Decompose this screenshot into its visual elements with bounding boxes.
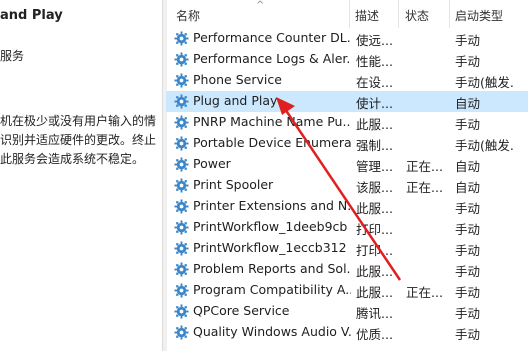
service-name: Performance Counter DL... <box>193 30 351 45</box>
service-row[interactable]: Performance Counter DL... 使远... 手动 <box>166 28 528 49</box>
service-name: QPCore Service <box>193 303 290 318</box>
selected-service-title: and Play <box>0 8 63 23</box>
sort-ascending-icon: ^ <box>256 0 265 11</box>
service-gear-icon <box>174 31 189 46</box>
service-row[interactable]: Plug and Play 使计... 自动 <box>166 91 528 112</box>
service-startup-type: 手动(触发... <box>455 138 515 153</box>
service-gear-icon <box>174 94 189 109</box>
service-name: Program Compatibility A... <box>193 282 351 297</box>
service-startup-type: 自动 <box>455 180 481 195</box>
service-gear-icon <box>174 136 189 151</box>
service-status: 正在... <box>406 159 443 174</box>
service-gear-icon <box>174 178 189 193</box>
service-startup-type: 手动 <box>455 201 481 216</box>
service-description: 腾讯... <box>356 306 393 321</box>
service-gear-icon <box>174 325 189 340</box>
service-description: 在设... <box>356 75 393 90</box>
service-name: Performance Logs & Aler... <box>193 51 351 66</box>
service-name: Printer Extensions and N... <box>193 198 351 213</box>
service-description: 使远... <box>356 33 393 48</box>
service-gear-icon <box>174 220 189 235</box>
column-header-status[interactable]: 状态 <box>405 7 429 24</box>
service-gear-icon <box>174 157 189 172</box>
service-row[interactable]: Quality Windows Audio V... 优质... 手动 <box>166 322 528 343</box>
service-startup-type: 手动 <box>455 54 481 69</box>
service-name: Phone Service <box>193 72 282 87</box>
service-description: 此服... <box>356 117 393 132</box>
service-startup-type: 手动 <box>455 285 481 300</box>
service-description: 使计... <box>356 96 393 111</box>
service-description: 打印... <box>356 243 393 258</box>
service-row[interactable]: Power 管理... 正在... 自动 <box>166 154 528 175</box>
service-name: Quality Windows Audio V... <box>193 324 351 339</box>
column-separator[interactable] <box>349 0 350 28</box>
service-row[interactable]: QPCore Service 腾讯... 手动 <box>166 301 528 322</box>
service-name: PNRP Machine Name Pu... <box>193 114 351 129</box>
service-description: 性能... <box>356 54 393 69</box>
service-row[interactable]: Phone Service 在设... 手动(触发... <box>166 70 528 91</box>
service-description: 优质... <box>356 327 393 342</box>
service-startup-type: 手动 <box>455 264 481 279</box>
service-startup-type: 自动 <box>455 159 481 174</box>
service-gear-icon <box>174 262 189 277</box>
service-description: 强制... <box>356 138 393 153</box>
service-row[interactable]: Print Spooler 该服... 正在... 自动 <box>166 175 528 196</box>
service-startup-type: 手动 <box>455 33 481 48</box>
service-status: 正在... <box>406 180 443 195</box>
service-startup-type: 手动(触发... <box>455 75 515 90</box>
service-description: 此服... <box>356 285 393 300</box>
service-row[interactable]: Program Compatibility A... 此服... 正在... 手动 <box>166 280 528 301</box>
service-name: Power <box>193 156 231 171</box>
service-name: Print Spooler <box>193 177 274 192</box>
service-name: Problem Reports and Sol... <box>193 261 351 276</box>
description-line-1: 机在极少或没有用户输入的情 <box>0 114 157 128</box>
service-description: 该服... <box>356 180 393 195</box>
service-description: 打印... <box>356 222 393 237</box>
service-description: 此服... <box>356 201 393 216</box>
column-separator[interactable] <box>398 0 399 28</box>
service-startup-type: 手动 <box>455 306 481 321</box>
service-gear-icon <box>174 304 189 319</box>
column-header-description[interactable]: 描述 <box>355 7 379 24</box>
service-startup-type: 手动 <box>455 117 481 132</box>
service-row[interactable]: Performance Logs & Aler... 性能... 手动 <box>166 49 528 70</box>
services-table: ^ 名称 描述 状态 启动类型 Performance Counter DL..… <box>166 0 528 351</box>
service-gear-icon <box>174 73 189 88</box>
service-row[interactable]: PrintWorkflow_1deeb9cb 打印... 手动 <box>166 217 528 238</box>
description-line-3: 此服务会造成系统不稳定。 <box>0 152 145 166</box>
service-description: 此服... <box>356 264 393 279</box>
service-row[interactable]: PrintWorkflow_1eccb312 打印... 手动 <box>166 238 528 259</box>
column-header-name[interactable]: 名称 <box>176 7 200 24</box>
service-description: 管理... <box>356 159 393 174</box>
service-gear-icon <box>174 283 189 298</box>
service-status: 正在... <box>406 285 443 300</box>
column-header-startup-type[interactable]: 启动类型 <box>455 7 503 24</box>
service-gear-icon <box>174 115 189 130</box>
service-startup-type: 手动 <box>455 222 481 237</box>
service-row[interactable]: Printer Extensions and N... 此服... 手动 <box>166 196 528 217</box>
service-name: Portable Device Enumera... <box>193 135 351 150</box>
service-gear-icon <box>174 52 189 67</box>
service-row[interactable]: Problem Reports and Sol... 此服... 手动 <box>166 259 528 280</box>
service-name: PrintWorkflow_1eccb312 <box>193 240 347 255</box>
service-name: Plug and Play <box>193 93 278 108</box>
service-startup-type: 手动 <box>455 243 481 258</box>
service-gear-icon <box>174 241 189 256</box>
service-startup-type: 自动 <box>455 96 481 111</box>
service-gear-icon <box>174 199 189 214</box>
service-name: PrintWorkflow_1deeb9cb <box>193 219 348 234</box>
description-line-2: 识别并适应硬件的更改。终止 <box>0 133 157 147</box>
column-separator[interactable] <box>449 0 450 28</box>
service-row[interactable]: Portable Device Enumera... 强制... 手动(触发... <box>166 133 528 154</box>
service-row[interactable]: PNRP Machine Name Pu... 此服... 手动 <box>166 112 528 133</box>
service-link[interactable]: 服务 <box>0 47 24 64</box>
left-description-panel: and Play 服务 机在极少或没有用户输入的情 识别并适应硬件的更改。终止 … <box>0 0 161 351</box>
service-startup-type: 手动 <box>455 327 481 342</box>
